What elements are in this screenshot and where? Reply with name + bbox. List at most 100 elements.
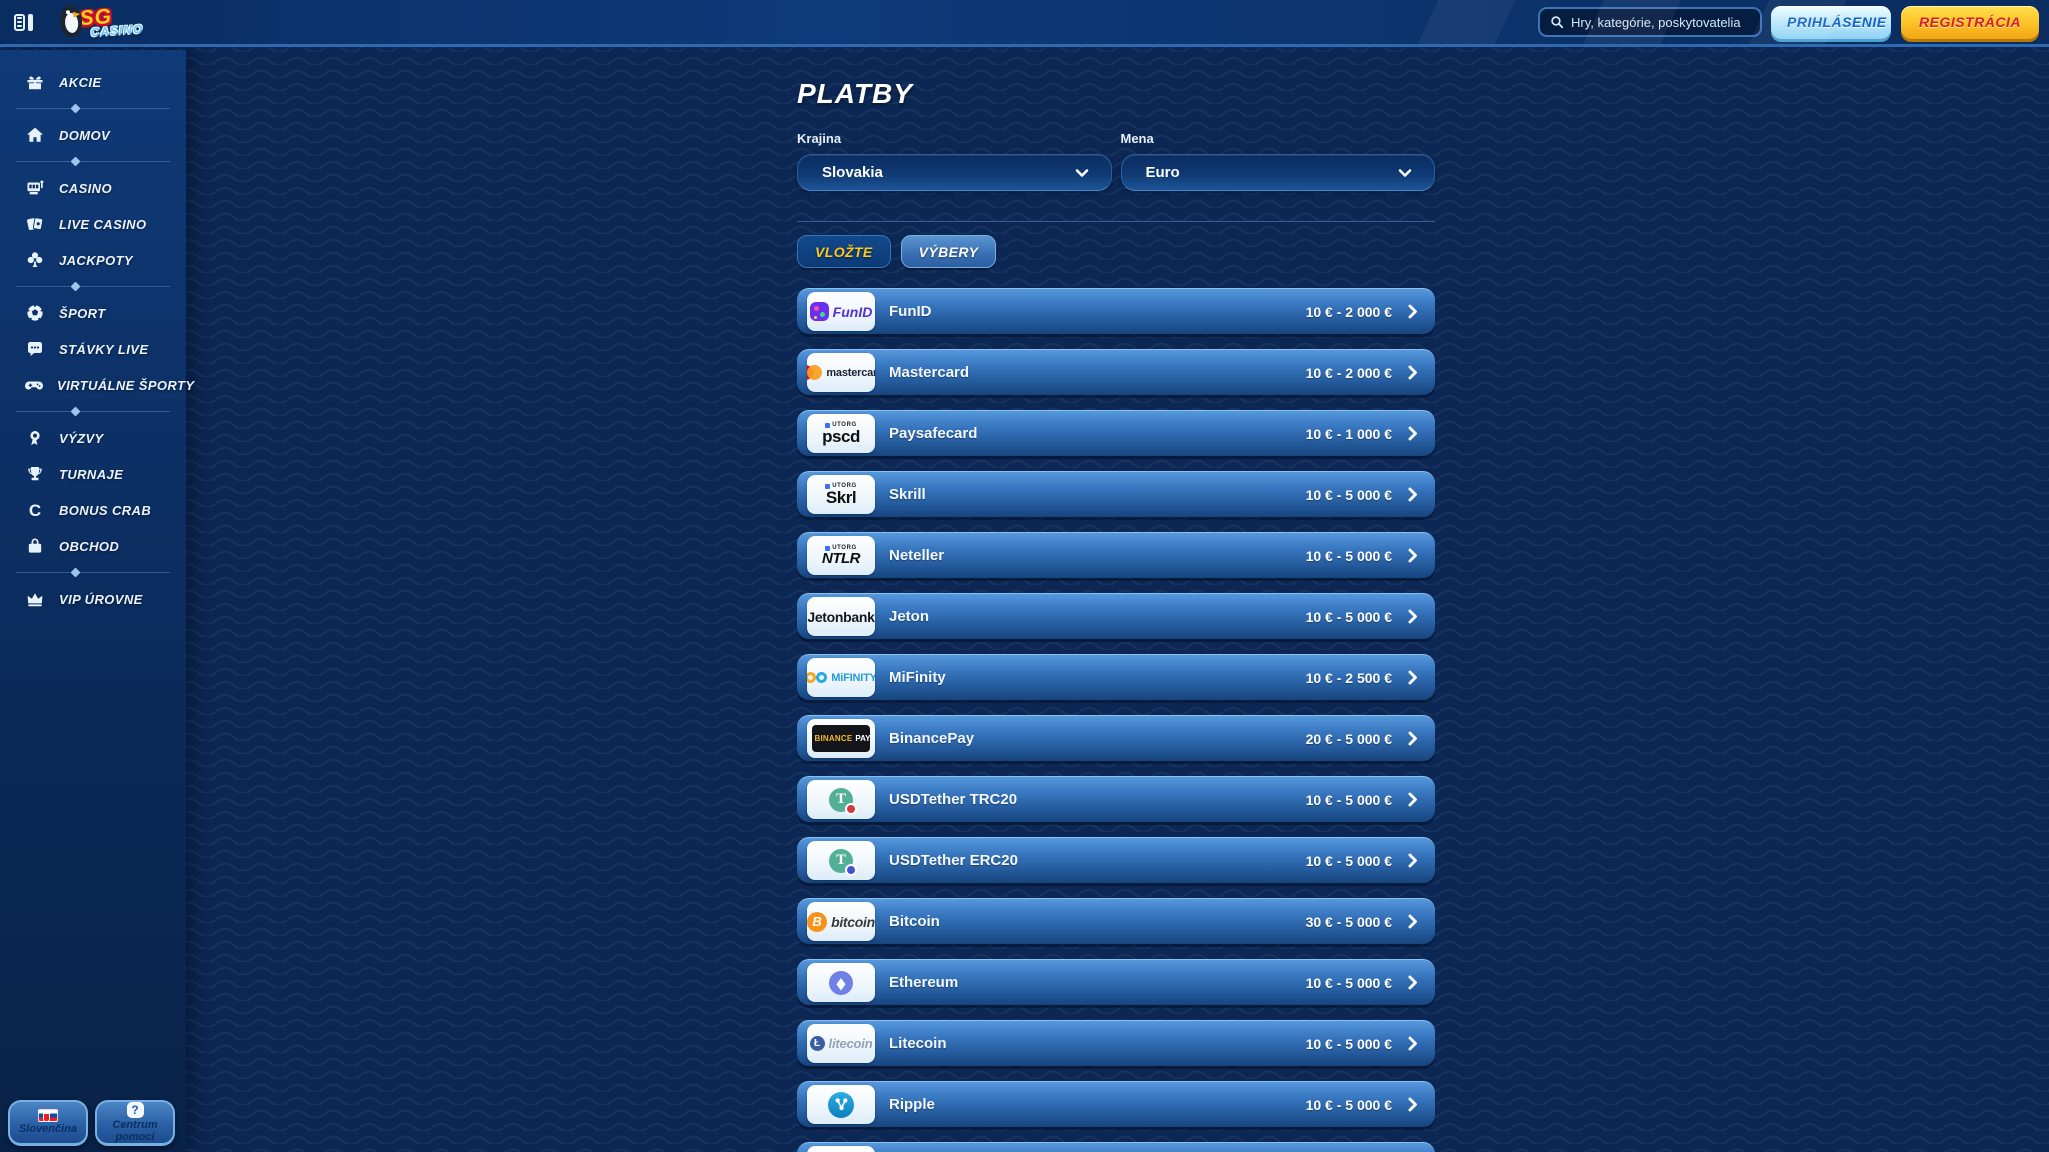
payment-name: USDTether TRC20 xyxy=(889,791,1018,808)
chevron-right-icon xyxy=(1408,792,1417,807)
payment-range: 10 € - 5 000 € xyxy=(1305,791,1392,808)
country-select[interactable]: Slovakia xyxy=(797,154,1112,191)
payment-range: 10 € - 5 000 € xyxy=(1305,547,1392,564)
help-center-button[interactable]: ? Centrum pomoci xyxy=(95,1100,175,1146)
payment-name: USDTether ERC20 xyxy=(889,852,1018,869)
page-title: PLATBY xyxy=(797,78,913,109)
home-icon xyxy=(24,125,46,145)
payment-name: Ripple xyxy=(889,1096,935,1113)
sidebar-item-domov[interactable]: DOMOV xyxy=(0,117,186,153)
search-box[interactable] xyxy=(1538,7,1762,37)
sidebar-toggle-icon[interactable] xyxy=(14,10,40,34)
payment-row-usdt-erc20[interactable]: T USDTether ERC20 10 € - 5 000 € xyxy=(797,837,1435,883)
sidebar-item-stavky-live[interactable]: STÁVKY LIVE xyxy=(0,331,186,367)
payment-name: FunID xyxy=(889,303,932,320)
payment-row-paysafecard[interactable]: UTORG pscd Paysafecard 10 € - 1 000 € xyxy=(797,410,1435,456)
payment-row-funid[interactable]: FunID FunID 10 € - 2 000 € xyxy=(797,288,1435,334)
usdt-erc20-logo: T xyxy=(807,841,875,880)
search-input[interactable] xyxy=(1571,14,1750,30)
sidebar-item-virtualne-sporty[interactable]: VIRTUÁLNE ŠPORTY xyxy=(0,367,194,403)
payment-range: 10 € - 2 000 € xyxy=(1305,364,1392,381)
slot-machine-icon xyxy=(24,178,46,198)
payment-name: MiFinity xyxy=(889,669,946,686)
main-content: PLATBY Krajina Slovakia Mena Euro VLOŽTE… xyxy=(186,50,2049,1152)
crab-icon: C xyxy=(28,500,42,520)
trophy-icon xyxy=(24,464,46,484)
payment-row-bitcoin[interactable]: B bitcoin Bitcoin 30 € - 5 000 € xyxy=(797,898,1435,944)
medal-icon xyxy=(24,428,46,448)
litecoin-logo: Ł litecoin xyxy=(807,1024,875,1063)
payment-name: Paysafecard xyxy=(889,425,978,442)
sg-casino-logo[interactable]: SG CASINO xyxy=(54,2,144,43)
chevron-down-icon xyxy=(1398,168,1412,177)
sidebar-divider xyxy=(16,411,170,412)
currency-select[interactable]: Euro xyxy=(1120,154,1435,191)
paysafecard-logo: UTORG pscd xyxy=(807,414,875,453)
chevron-down-icon xyxy=(1075,168,1088,177)
sidebar-divider xyxy=(16,108,170,109)
register-button[interactable]: REGISTRÁCIA xyxy=(1901,5,2039,39)
payment-range: 10 € - 5 000 € xyxy=(1305,852,1392,869)
payment-row-ripple[interactable]: Ripple 10 € - 5 000 € xyxy=(797,1081,1435,1127)
sidebar-item-vip-urovne[interactable]: VIP ÚROVNE xyxy=(0,581,186,617)
jetonbank-logo: Jetonbank xyxy=(807,597,875,636)
sidebar-item-jackpoty[interactable]: JACKPOTY xyxy=(0,242,186,278)
chevron-right-icon xyxy=(1408,1097,1417,1112)
payment-row-litecoin[interactable]: Ł litecoin Litecoin 10 € - 5 000 € xyxy=(797,1020,1435,1066)
cards-icon xyxy=(24,214,46,234)
payment-logo xyxy=(807,1146,875,1152)
payment-range: 10 € - 5 000 € xyxy=(1305,1035,1392,1052)
payment-row-skrill[interactable]: UTORG Skrl Skrill 10 € - 5 000 € xyxy=(797,471,1435,517)
payment-name: Litecoin xyxy=(889,1035,947,1052)
login-button[interactable]: PRIHLÁSENIE xyxy=(1771,5,1891,39)
payment-range: 10 € - 5 000 € xyxy=(1305,486,1392,503)
country-label: Krajina xyxy=(797,131,842,146)
payment-range: 30 € - 5 000 € xyxy=(1305,913,1392,930)
payment-row-usdt-trc20[interactable]: T USDTether TRC20 10 € - 5 000 € xyxy=(797,776,1435,822)
tab-deposits[interactable]: VLOŽTE xyxy=(797,235,891,268)
slovak-flag-icon xyxy=(38,1109,58,1123)
sidebar-item-sport[interactable]: ŠPORT xyxy=(0,295,186,331)
chevron-right-icon xyxy=(1408,548,1417,563)
bitcoin-logo: B bitcoin xyxy=(807,902,875,941)
gamepad-icon xyxy=(24,375,44,395)
payment-row-binancepay[interactable]: BINANCE PAY BinancePay 20 € - 5 000 € xyxy=(797,715,1435,761)
payment-row-neteller[interactable]: UTORG NTLR Neteller 10 € - 5 000 € xyxy=(797,532,1435,578)
payment-range: 10 € - 5 000 € xyxy=(1305,974,1392,991)
payment-row-mifinity[interactable]: MiFINITY MiFinity 10 € - 2 500 € xyxy=(797,654,1435,700)
tab-withdrawals[interactable]: VÝBERY xyxy=(900,235,997,268)
sidebar-item-obchod[interactable]: OBCHOD xyxy=(0,528,186,564)
topbar: SG CASINO PRIHLÁSENIE REGISTRÁCIA xyxy=(0,0,2049,47)
payment-row-jeton[interactable]: Jetonbank Jeton 10 € - 5 000 € xyxy=(797,593,1435,639)
penguin-mascot-icon xyxy=(54,2,88,43)
chevron-right-icon xyxy=(1408,609,1417,624)
chevron-right-icon xyxy=(1408,975,1417,990)
sidebar-item-bonus-crab[interactable]: C BONUS CRAB xyxy=(0,492,186,528)
clover-icon xyxy=(24,250,46,270)
sidebar-item-casino[interactable]: CASINO xyxy=(0,170,186,206)
ripple-logo xyxy=(807,1085,875,1124)
chevron-right-icon xyxy=(1408,365,1417,380)
payment-methods-list: FunID FunID 10 € - 2 000 € mastercard Ma… xyxy=(797,288,1435,1152)
ethereum-badge-icon xyxy=(845,863,857,876)
language-selector-button[interactable]: Slovenčina xyxy=(8,1100,88,1146)
sidebar-divider xyxy=(16,161,170,162)
payment-range: 10 € - 5 000 € xyxy=(1305,608,1392,625)
search-icon xyxy=(1551,16,1564,29)
chevron-right-icon xyxy=(1408,426,1417,441)
payment-name: BinancePay xyxy=(889,730,975,747)
mastercard-logo: mastercard xyxy=(807,353,875,392)
chevron-right-icon xyxy=(1408,853,1417,868)
football-icon xyxy=(24,303,46,323)
sidebar-item-turnaje[interactable]: TURNAJE xyxy=(0,456,186,492)
currency-label: Mena xyxy=(1120,131,1154,146)
sidebar-item-akcie[interactable]: AKCIE xyxy=(0,64,186,100)
payment-range: 10 € - 1 000 € xyxy=(1305,425,1392,442)
ethereum-logo: ◆ xyxy=(807,963,875,1002)
payment-row-ethereum[interactable]: ◆ Ethereum 10 € - 5 000 € xyxy=(797,959,1435,1005)
sidebar-item-vyzvy[interactable]: VÝZVY xyxy=(0,420,186,456)
chevron-right-icon xyxy=(1408,487,1417,502)
payment-row-mastercard[interactable]: mastercard Mastercard 10 € - 2 000 € xyxy=(797,349,1435,395)
payment-row-partial[interactable] xyxy=(797,1142,1435,1152)
sidebar-item-live-casino[interactable]: LIVE CASINO xyxy=(0,206,186,242)
